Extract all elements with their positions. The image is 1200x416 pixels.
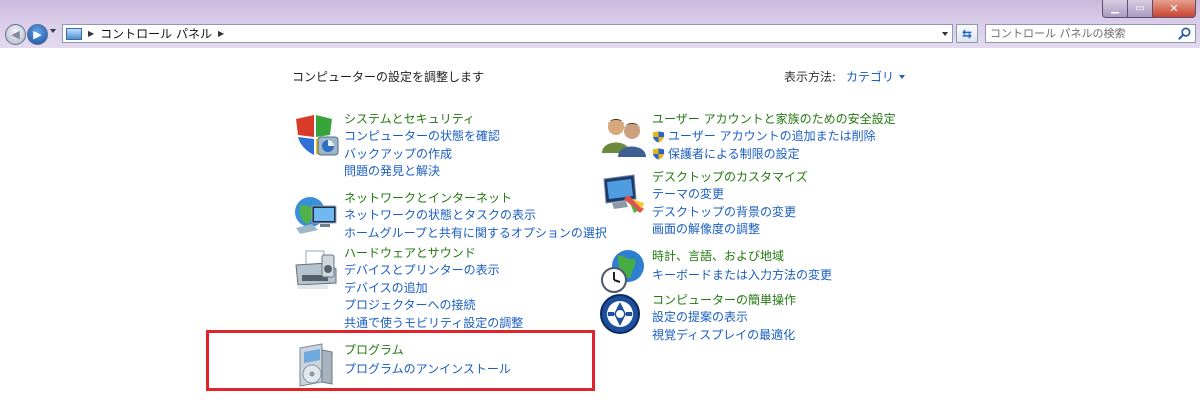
task-link[interactable]: デバイスとプリンターの表示 bbox=[344, 262, 523, 280]
category-heading-link[interactable]: デスクトップのカスタマイズ bbox=[652, 169, 808, 186]
users-icon[interactable] bbox=[600, 111, 648, 159]
breadcrumb-separator-icon[interactable]: ▶ bbox=[88, 29, 94, 38]
category-heading-link[interactable]: ハードウェアとサウンド bbox=[344, 245, 523, 262]
task-link[interactable]: デバイスの追加 bbox=[344, 280, 523, 298]
task-link[interactable]: 設定の提案の表示 bbox=[652, 309, 796, 327]
control-panel-icon bbox=[66, 27, 82, 40]
search-icon[interactable] bbox=[1177, 26, 1192, 41]
view-by-label: 表示方法: bbox=[784, 70, 837, 84]
breadcrumb-control-panel[interactable]: コントロール パネル bbox=[100, 25, 212, 42]
shield-icon[interactable] bbox=[292, 111, 340, 159]
category-heading-link[interactable]: 時計、言語、および地域 bbox=[652, 248, 832, 265]
task-link[interactable]: コンピューターの状態を確認 bbox=[344, 128, 500, 146]
window-titlebar: ▁ ▭ ✕ ◀ ▶ ▶ コントロール パネル ▶ ⇆ bbox=[0, 0, 1200, 48]
task-link[interactable]: デスクトップの背景の変更 bbox=[652, 204, 808, 222]
close-button[interactable]: ✕ bbox=[1153, 0, 1196, 18]
arrow-right-icon: ▶ bbox=[33, 28, 42, 41]
highlight-box bbox=[206, 330, 595, 391]
task-link[interactable]: ネットワークの状態とタスクの表示 bbox=[344, 207, 607, 225]
chevron-down-icon[interactable] bbox=[899, 75, 906, 79]
refresh-icon: ⇆ bbox=[961, 26, 973, 41]
refresh-button[interactable]: ⇆ bbox=[956, 24, 978, 43]
printer-icon[interactable] bbox=[292, 245, 340, 293]
task-link[interactable]: ホームグループと共有に関するオプションの選択 bbox=[344, 225, 607, 243]
recent-pages-dropdown[interactable] bbox=[50, 29, 56, 33]
search-input[interactable] bbox=[990, 27, 1170, 40]
network-globe-icon[interactable] bbox=[292, 190, 340, 238]
task-link-label: ユーザー アカウントの追加または削除 bbox=[668, 129, 876, 143]
uac-shield-icon bbox=[652, 148, 665, 160]
ease-of-access-icon[interactable] bbox=[600, 292, 648, 340]
category-heading-link[interactable]: システムとセキュリティ bbox=[344, 111, 500, 128]
minimize-button[interactable]: ▁ bbox=[1102, 0, 1128, 18]
task-link[interactable]: バックアップの作成 bbox=[344, 146, 500, 164]
view-by-selector: 表示方法: カテゴリ bbox=[784, 68, 906, 85]
task-link[interactable]: テーマの変更 bbox=[652, 186, 808, 204]
address-history-dropdown[interactable] bbox=[942, 32, 948, 36]
page-title: コンピューターの設定を調整します bbox=[292, 70, 485, 84]
task-link[interactable]: 保護者による制限の設定 bbox=[652, 146, 896, 164]
maximize-button[interactable]: ▭ bbox=[1128, 0, 1153, 18]
arrow-left-icon: ◀ bbox=[11, 28, 20, 41]
task-link[interactable]: プロジェクターへの接続 bbox=[344, 297, 523, 315]
task-link[interactable]: キーボードまたは入力方法の変更 bbox=[652, 267, 832, 285]
task-link[interactable]: ユーザー アカウントの追加または削除 bbox=[652, 128, 896, 146]
forward-button[interactable]: ▶ bbox=[27, 24, 48, 45]
task-link[interactable]: 画面の解像度の調整 bbox=[652, 221, 808, 239]
task-link[interactable]: 問題の発見と解決 bbox=[344, 163, 500, 181]
category-heading-link[interactable]: ユーザー アカウントと家族のための安全設定 bbox=[652, 111, 896, 128]
window-controls: ▁ ▭ ✕ bbox=[1102, 0, 1196, 18]
back-button[interactable]: ◀ bbox=[5, 24, 26, 45]
category-heading-link[interactable]: コンピューターの簡単操作 bbox=[652, 292, 796, 309]
search-box[interactable] bbox=[985, 24, 1196, 43]
clock-globe-icon[interactable] bbox=[600, 248, 648, 296]
task-link-label: 保護者による制限の設定 bbox=[668, 146, 800, 161]
uac-shield-icon bbox=[652, 131, 665, 143]
category-heading-link[interactable]: ネットワークとインターネット bbox=[344, 190, 607, 207]
view-by-dropdown[interactable]: カテゴリ bbox=[846, 68, 894, 85]
breadcrumb-separator-icon[interactable]: ▶ bbox=[218, 29, 224, 38]
desktop-icon[interactable] bbox=[600, 169, 648, 217]
task-link[interactable]: 視覚ディスプレイの最適化 bbox=[652, 327, 796, 345]
address-bar[interactable]: ▶ コントロール パネル ▶ bbox=[62, 24, 953, 43]
